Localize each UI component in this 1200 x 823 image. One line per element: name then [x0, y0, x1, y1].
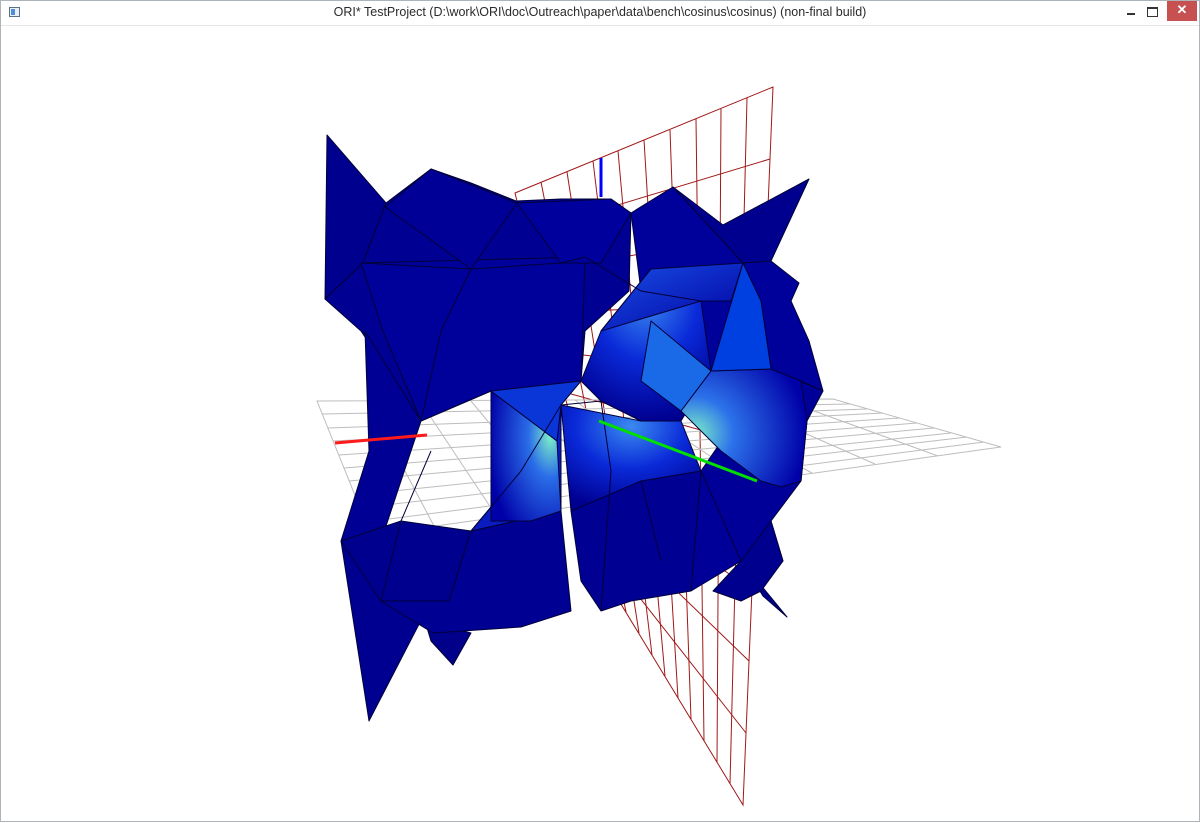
- application-window: ORI* TestProject (D:\work\ORI\doc\Outrea…: [0, 0, 1200, 822]
- origami-mesh[interactable]: [324, 134, 824, 722]
- scene-canvas[interactable]: [1, 1, 1200, 823]
- 3d-viewport[interactable]: [7, 26, 1195, 817]
